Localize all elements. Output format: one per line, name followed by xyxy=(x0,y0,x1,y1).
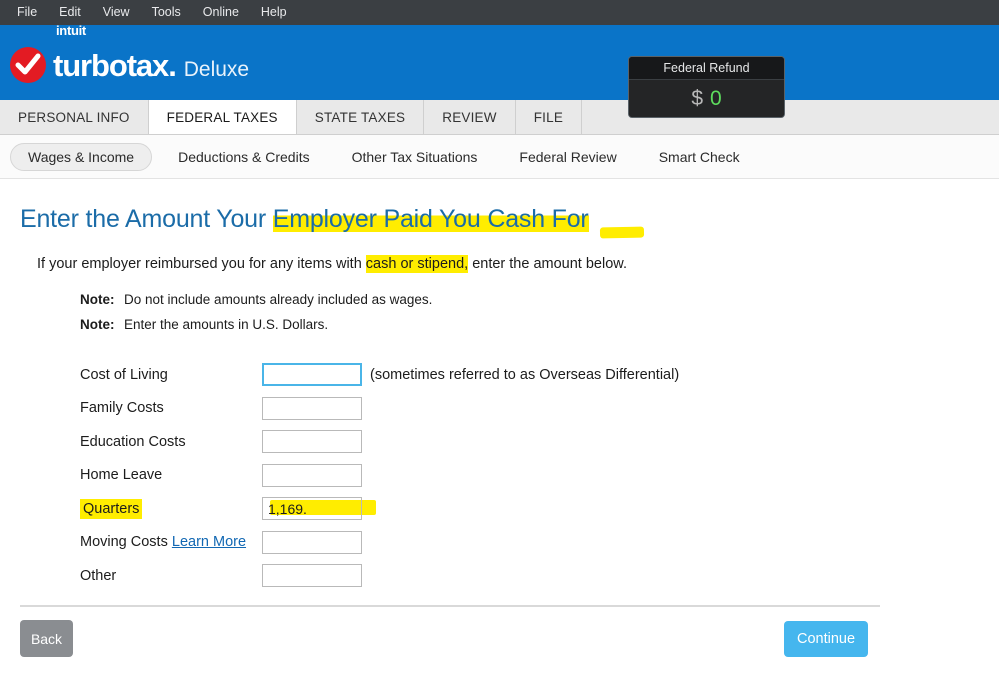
footer-divider xyxy=(20,605,880,607)
page-description: If your employer reimbursed you for any … xyxy=(37,255,979,273)
input-quarters[interactable] xyxy=(262,497,362,521)
note-text: Enter the amounts in U.S. Dollars. xyxy=(124,317,329,332)
federal-refund-amount: $ 0 xyxy=(629,80,784,117)
notes-block: Note: Do not include amounts already inc… xyxy=(80,292,979,332)
page-title-highlighted: Employer Paid You Cash For xyxy=(272,205,589,233)
form-row-home-leave: Home Leave xyxy=(80,459,979,493)
learn-more-link[interactable]: Learn More xyxy=(172,534,246,550)
menu-item-view[interactable]: View xyxy=(92,0,141,25)
hint-cost-of-living: (sometimes referred to as Overseas Diffe… xyxy=(370,366,680,383)
tab-state-taxes[interactable]: STATE TAXES xyxy=(296,100,425,134)
label-family-costs: Family Costs xyxy=(80,400,164,417)
back-button[interactable]: Back xyxy=(20,620,73,657)
note-label: Note: xyxy=(80,292,115,307)
check-circle-icon xyxy=(10,46,46,83)
edition-label: Deluxe xyxy=(183,57,250,81)
form-row-family-costs: Family Costs xyxy=(80,392,979,426)
input-cost-of-living[interactable] xyxy=(262,363,362,387)
menu-item-help[interactable]: Help xyxy=(250,0,298,25)
description-pre: If your employer reimbursed you for any … xyxy=(37,256,366,272)
amounts-form: Cost of Living (sometimes referred to as… xyxy=(80,358,979,593)
tab-personal-info[interactable]: PERSONAL INFO xyxy=(0,100,149,134)
continue-button[interactable]: Continue xyxy=(784,621,868,657)
highlight-stroke-title-tail xyxy=(599,226,645,239)
intuit-wordmark: intuit xyxy=(56,22,86,38)
turbotax-logo: intuit turbotax. Deluxe xyxy=(0,23,250,83)
form-row-moving-costs: Moving Costs Learn More xyxy=(80,526,979,560)
federal-refund-label: Federal Refund xyxy=(629,57,784,80)
note-text: Do not include amounts already included … xyxy=(124,292,433,307)
note-row: Note: Enter the amounts in U.S. Dollars. xyxy=(80,317,979,332)
input-moving-costs[interactable] xyxy=(262,530,362,554)
form-row-cost-of-living: Cost of Living (sometimes referred to as… xyxy=(80,358,979,392)
brand-header: intuit turbotax. Deluxe Federal Refund $… xyxy=(0,23,999,118)
form-row-other: Other xyxy=(80,559,979,593)
label-moving-costs: Moving Costs Learn More xyxy=(80,534,247,551)
input-education-costs[interactable] xyxy=(262,430,362,454)
page-title-plain: Enter the Amount Your xyxy=(20,205,273,233)
turbotax-wordmark: turbotax. xyxy=(53,47,177,83)
subtab-deductions-credits[interactable]: Deductions & Credits xyxy=(162,143,326,171)
main-tab-bar: PERSONAL INFO FEDERAL TAXES STATE TAXES … xyxy=(0,100,999,135)
tab-review[interactable]: REVIEW xyxy=(424,100,516,134)
tab-federal-taxes[interactable]: FEDERAL TAXES xyxy=(148,100,297,134)
page-content: Enter the Amount Your Employer Paid You … xyxy=(0,179,999,593)
menu-item-online[interactable]: Online xyxy=(192,0,250,25)
sub-tab-bar: Wages & Income Deductions & Credits Othe… xyxy=(0,135,999,179)
federal-refund-box: Federal Refund $ 0 xyxy=(628,56,785,118)
footer-bar: Back Continue xyxy=(0,605,999,695)
input-home-leave[interactable] xyxy=(262,463,362,487)
label-other: Other xyxy=(80,567,117,584)
form-row-education-costs: Education Costs xyxy=(80,425,979,459)
subtab-wages-and-income[interactable]: Wages & Income xyxy=(10,142,153,171)
label-education-costs: Education Costs xyxy=(80,433,186,450)
note-label: Note: xyxy=(80,317,115,332)
label-cost-of-living: Cost of Living xyxy=(80,366,168,383)
description-post: enter the amount below. xyxy=(468,256,627,272)
subtab-federal-review[interactable]: Federal Review xyxy=(503,143,632,171)
menu-bar: File Edit View Tools Online Help xyxy=(0,0,999,25)
label-home-leave: Home Leave xyxy=(80,467,163,484)
page-title: Enter the Amount Your Employer Paid You … xyxy=(20,205,645,239)
menu-item-edit[interactable]: Edit xyxy=(48,0,92,25)
form-row-quarters: Quarters xyxy=(80,492,979,526)
menu-item-tools[interactable]: Tools xyxy=(141,0,192,25)
tab-file[interactable]: FILE xyxy=(515,100,583,134)
menu-item-file[interactable]: File xyxy=(6,0,48,25)
subtab-other-tax-situations[interactable]: Other Tax Situations xyxy=(336,143,494,171)
input-other[interactable] xyxy=(262,564,362,588)
currency-symbol: $ xyxy=(691,86,703,110)
description-highlighted: cash or stipend, xyxy=(365,255,469,273)
input-family-costs[interactable] xyxy=(262,396,362,420)
label-quarters: Quarters xyxy=(80,498,262,519)
note-row: Note: Do not include amounts already inc… xyxy=(80,292,979,307)
subtab-smart-check[interactable]: Smart Check xyxy=(643,143,756,171)
refund-value: 0 xyxy=(710,86,722,110)
